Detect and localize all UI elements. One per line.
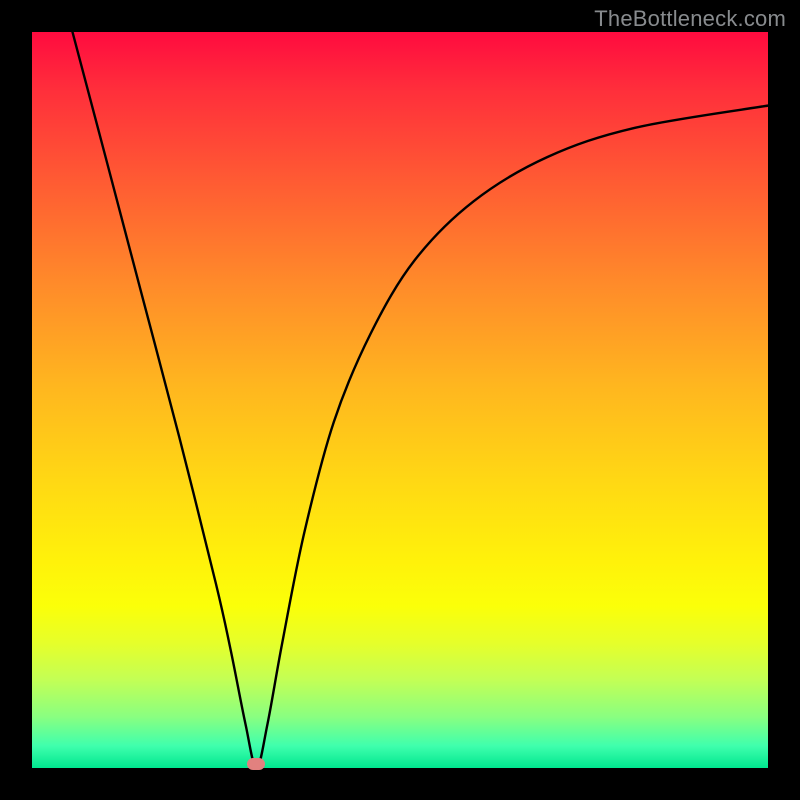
curve-path [72, 32, 768, 768]
bottleneck-curve [32, 32, 768, 768]
watermark-text: TheBottleneck.com [594, 6, 786, 32]
chart-frame: TheBottleneck.com [0, 0, 800, 800]
plot-area [32, 32, 768, 768]
optimum-marker [247, 758, 265, 770]
